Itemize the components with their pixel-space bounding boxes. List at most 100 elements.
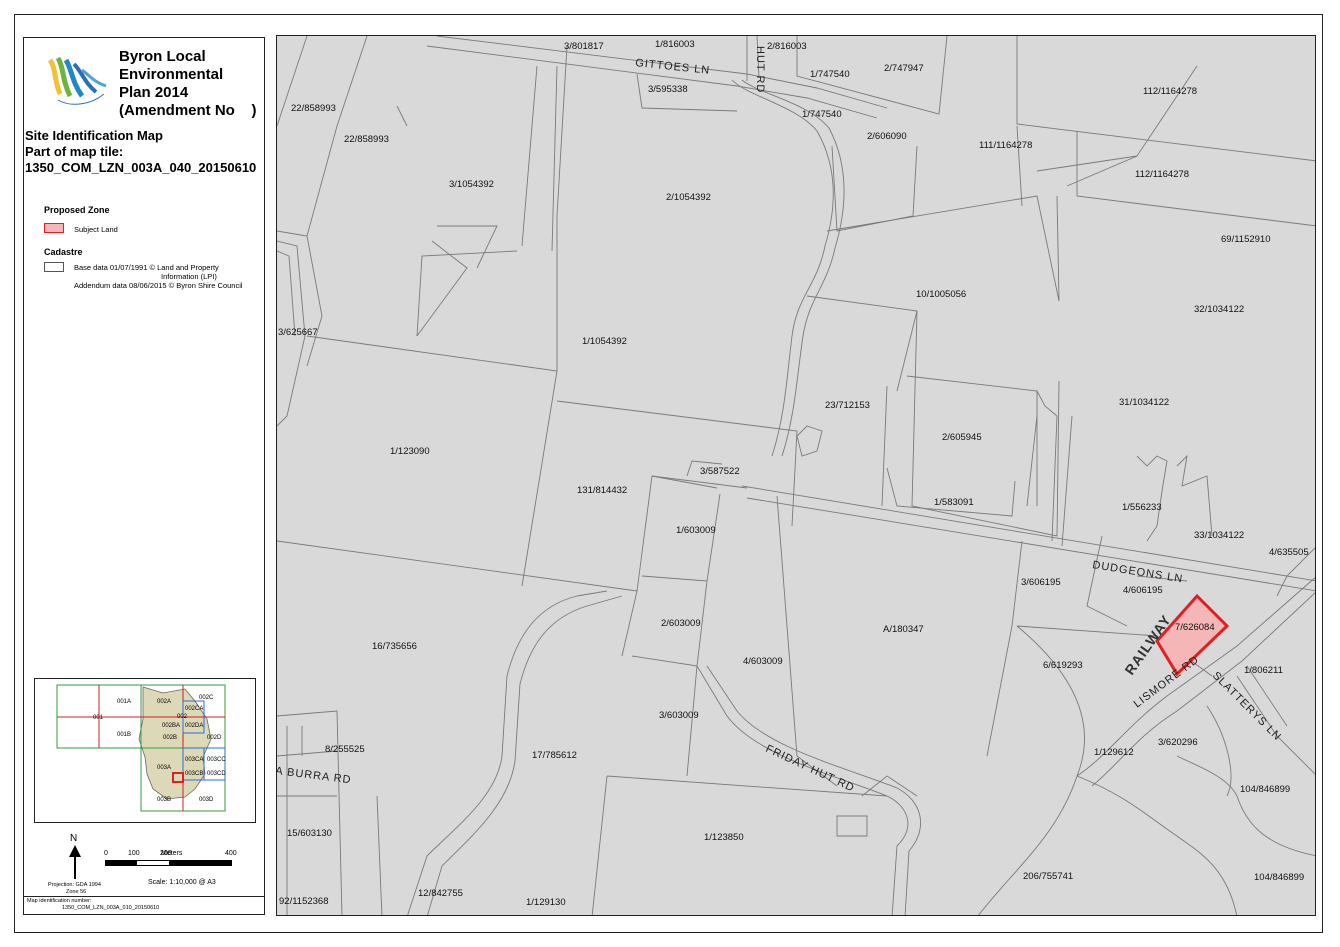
inset-tile-label: 003D — [199, 797, 214, 803]
inset-tile-label: 002CA — [185, 706, 204, 712]
lot-label: 3/606195 — [1021, 577, 1061, 588]
cadastre-heading: Cadastre — [44, 247, 83, 257]
lot-label: 23/712153 — [825, 400, 870, 411]
lot-label: 4/603009 — [743, 656, 783, 667]
lot-label: 2/1054392 — [666, 192, 711, 203]
lot-label: 33/1034122 — [1194, 530, 1244, 541]
lot-label: 2/603009 — [661, 618, 701, 629]
lot-label: 17/785612 — [532, 750, 577, 761]
lot-label: 15/603130 — [287, 828, 332, 839]
lot-label: 1/806211 — [1244, 665, 1283, 676]
inset-tile-label: 001B — [117, 732, 132, 738]
inset-tile-label: 002BA — [162, 723, 181, 729]
lot-label: 22/858993 — [344, 134, 389, 145]
footer-divider — [24, 896, 264, 897]
lot-label: 1/556233 — [1122, 502, 1162, 513]
lot-label: 112/1164278 — [1143, 86, 1197, 97]
cadastre-line: Addendum data 08/06/2015 © Byron Shire C… — [74, 281, 243, 290]
cadastre-line: Base data 01/07/1991 © Land and Property — [74, 263, 219, 272]
title-line: (Amendment No ) — [119, 102, 257, 119]
road-label: A BURRA RD — [277, 765, 352, 786]
title-line: Environmental — [119, 66, 224, 83]
inset-tile-label: 001 — [93, 715, 104, 721]
subject-land-label: Subject Land — [74, 225, 118, 234]
lot-label: 92/1152368 — [279, 896, 329, 907]
lot-label: 1/129130 — [526, 897, 566, 908]
cadastre-line: Information (LPI) — [161, 272, 217, 281]
north-label: N — [70, 833, 78, 844]
inset-tile-label: 001A — [117, 699, 132, 705]
north-arrow-icon — [69, 845, 81, 879]
lot-label: 1/583091 — [934, 497, 974, 508]
lot-label: 32/1034122 — [1194, 304, 1244, 315]
lot-label: 131/814432 — [577, 485, 627, 496]
inset-tile-label: 003B — [157, 797, 172, 803]
lot-label: 3/801817 — [564, 41, 604, 52]
lot-label: 16/735656 — [372, 641, 417, 652]
inset-tile-label: 003CC — [207, 757, 226, 763]
lot-label: 10/1005056 — [916, 289, 966, 300]
lot-label: 104/846899 — [1240, 784, 1290, 795]
scale-unit: Meters — [161, 850, 183, 857]
subtitle-line: Site Identification Map — [25, 128, 163, 143]
inset-tile-label: 003CD — [207, 771, 226, 777]
north-arrow: N — [68, 833, 82, 881]
lot-boundaries — [277, 36, 1315, 915]
lot-label: 1/747540 — [802, 109, 842, 120]
lot-label: 2/747947 — [884, 63, 924, 74]
lot-label: 3/603009 — [659, 710, 699, 721]
subtitle-line: Part of map tile: — [25, 144, 124, 159]
lot-label: 104/846899 — [1254, 872, 1304, 883]
footer-line: Map identification number: — [27, 898, 92, 904]
proposed-zone-heading: Proposed Zone — [44, 205, 110, 215]
lot-label: 3/625667 — [278, 327, 318, 338]
inset-tile-label: 002A — [157, 699, 172, 705]
legend-panel: Byron Local Environmental Plan 2014 (Ame… — [23, 37, 265, 915]
scale-tick: 0 — [104, 850, 108, 857]
projection-zone: Zone 56 — [66, 889, 87, 895]
lot-label: 1/123850 — [704, 832, 744, 843]
lot-label: 1/123090 — [390, 446, 430, 457]
scale-tick: 100 — [128, 850, 140, 857]
lot-label: 3/620296 — [1158, 737, 1198, 748]
title-line: Byron Local — [119, 48, 206, 65]
title-line: Plan 2014 — [119, 84, 189, 101]
inset-tile-label: 003CA — [185, 757, 204, 763]
map-title: Byron Local Environmental Plan 2014 (Ame… — [119, 48, 257, 120]
lot-label: 1/816003 — [655, 39, 695, 50]
lot-label: 4/635505 — [1269, 547, 1309, 558]
cadastre-map[interactable]: GITTOES LN HUT RD DUDGEONS LN RAILWAY LI… — [276, 35, 1316, 916]
inset-tile-label: 002D — [207, 735, 222, 741]
lot-label: 7/626084 — [1175, 622, 1215, 633]
lot-label: 6/619293 — [1043, 660, 1083, 671]
road-label: DUDGEONS LN — [1092, 559, 1184, 585]
lot-label: 69/1152910 — [1221, 234, 1271, 245]
lot-label: 206/755741 — [1023, 871, 1073, 882]
lot-label: A/180347 — [883, 624, 924, 635]
inset-tile-label: 003CB — [185, 771, 204, 777]
lot-label: 2/816003 — [767, 41, 807, 52]
lot-label: 12/842755 — [418, 888, 463, 899]
map-subtitle: Site Identification Map Part of map tile… — [25, 128, 256, 176]
lot-label: 2/606090 — [867, 131, 907, 142]
lot-label: 1/129612 — [1094, 747, 1134, 758]
cadastre-map-svg: GITTOES LN HUT RD DUDGEONS LN RAILWAY LI… — [277, 36, 1315, 915]
lot-label: 112/1164278 — [1135, 169, 1189, 180]
lot-label: 4/606195 — [1123, 585, 1163, 596]
inset-tile-label: 003A — [157, 765, 172, 771]
lot-label: 1/603009 — [676, 525, 716, 536]
inset-tile-label: 002 — [177, 714, 188, 720]
byron-shire-logo — [42, 50, 114, 112]
lot-label: 22/858993 — [291, 103, 336, 114]
inset-tile-label: 002DA — [185, 723, 204, 729]
subject-land-swatch — [44, 223, 64, 233]
lot-label: 1/747540 — [810, 69, 850, 80]
lot-label: 31/1034122 — [1119, 397, 1169, 408]
locator-inset-map: 001A 001 001B 002A 002B 002C 002CA 002 0… — [34, 678, 256, 823]
road-label: HUT RD — [754, 46, 766, 93]
lot-label: 8/255525 — [325, 744, 365, 755]
lot-label: 3/1054392 — [449, 179, 494, 190]
lot-label: 111/1164278 — [979, 140, 1032, 151]
lot-label: 3/587522 — [700, 466, 740, 477]
cadastre-swatch — [44, 262, 64, 272]
